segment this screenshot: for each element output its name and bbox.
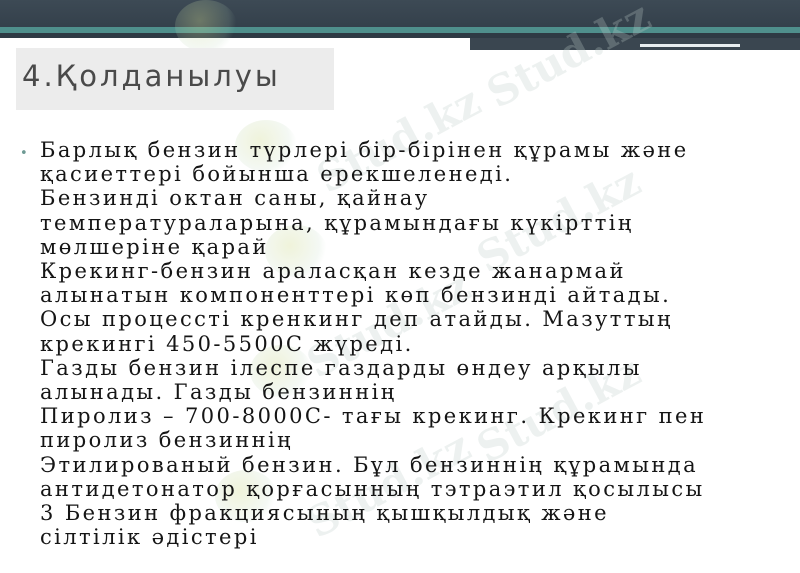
text-line: 3 Бензин фракциясының қышқылдық және — [40, 501, 609, 526]
text-line: Крекинг-бензин араласқан кезде жанармай — [40, 259, 626, 284]
header-band — [0, 0, 800, 27]
text-line: Осы процессті кренкинг деп атайды. Мазут… — [40, 307, 673, 332]
bullet-icon: • — [20, 146, 28, 161]
text-line: Барлық бензин түрлері бір-бірінен құрамы… — [40, 138, 689, 162]
header-right-bar — [470, 38, 800, 50]
header-right-highlight — [640, 44, 740, 47]
text-line: пиролиз бензиннің — [40, 428, 294, 453]
bullet-text: Барлық бензин түрлері бір-бірінен құрамы… — [40, 138, 785, 549]
slide-title: 4.Қолданылуы — [22, 59, 281, 93]
text-line: сілтілік әдістері — [40, 525, 259, 550]
text-line: алынады. Газды бензиннің — [40, 380, 397, 405]
text-line: Этилированый бензин. Бұл бензиннің құрам… — [40, 452, 699, 477]
text-line: крекингі 450-5500С жүреді. — [40, 331, 414, 356]
text-line: антидетонатор қорғасынның тэтраэтил қосы… — [40, 476, 705, 501]
text-line: температураларына, құрамындағы күкірттің — [40, 210, 634, 235]
text-line: Пиролиз – 700-8000С- тағы крекинг. Креки… — [40, 404, 707, 429]
text-line: Бензинді октан саны, қайнау — [40, 186, 430, 211]
text-line: алынатын компоненттері көп бензинді айта… — [40, 283, 672, 308]
text-line: мөлшеріне қарай — [40, 234, 269, 259]
text-line: қасиеттері бойынша ерекшеленеді. — [40, 162, 514, 187]
text-line: Газды бензин ілеспе газдарды өндеу арқыл… — [40, 355, 642, 380]
